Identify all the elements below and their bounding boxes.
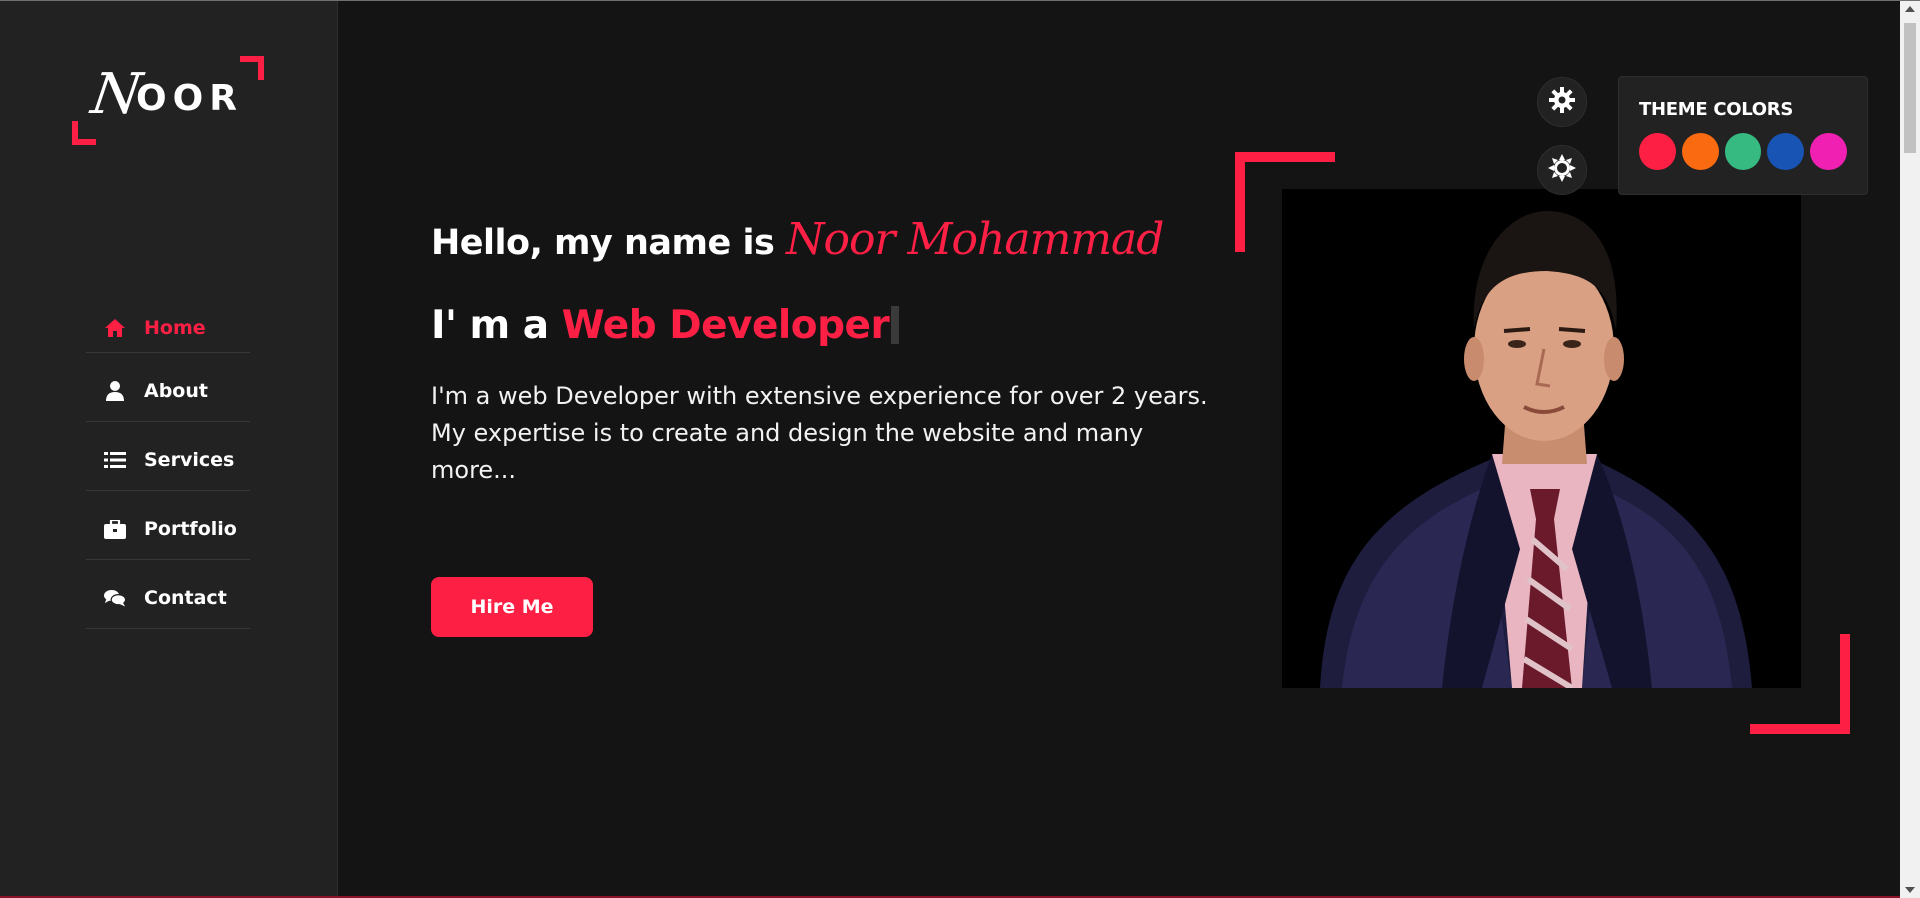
- vertical-scrollbar[interactable]: [1900, 1, 1920, 898]
- color-swatch-pink[interactable]: [1810, 133, 1847, 170]
- nav-label: Portfolio: [144, 518, 237, 540]
- gear-icon: [1549, 87, 1575, 117]
- sun-icon: [1548, 154, 1576, 186]
- intro-description: I'm a web Developer with extensive exper…: [431, 382, 1208, 484]
- color-swatch-red[interactable]: [1639, 133, 1676, 170]
- role-text: Web Developer: [561, 303, 890, 348]
- greeting-text: Hello, my name is: [431, 223, 786, 263]
- color-swatch-orange[interactable]: [1681, 133, 1719, 170]
- nav-label: Home: [144, 316, 206, 339]
- comments-icon: [104, 587, 126, 609]
- nav-item-home[interactable]: Home: [86, 303, 250, 353]
- person-name: Noor Mohammad: [785, 214, 1164, 265]
- role-heading: I' m a Web Developer: [431, 303, 900, 348]
- nav-label: About: [144, 380, 208, 402]
- list-icon: [104, 449, 126, 471]
- briefcase-icon: [104, 518, 126, 540]
- theme-colors-panel: THEME COLORS: [1618, 76, 1868, 195]
- scroll-up-arrow-icon[interactable]: [1905, 6, 1915, 12]
- profile-photo: [1282, 189, 1801, 688]
- scrollbar-thumb[interactable]: [1904, 23, 1916, 153]
- hire-me-button[interactable]: Hire Me: [431, 577, 593, 637]
- color-swatch-blue[interactable]: [1767, 133, 1805, 170]
- theme-swatches: [1639, 133, 1847, 170]
- role-prefix: I' m a: [431, 303, 562, 348]
- nav-item-services[interactable]: Services: [86, 422, 250, 491]
- nav-item-contact[interactable]: Contact: [86, 560, 250, 629]
- logo[interactable]: N OOR: [72, 56, 264, 145]
- nav-label: Services: [144, 449, 235, 471]
- photo-bracket-bottom-right: [1750, 634, 1850, 734]
- logo-corner-top-right: [240, 56, 264, 80]
- sidebar: N OOR Home About Services Portfolio Cont…: [0, 1, 338, 898]
- nav-item-portfolio[interactable]: Portfolio: [86, 491, 250, 560]
- typing-caret: [891, 306, 900, 344]
- nav-label: Contact: [144, 587, 227, 609]
- nav-item-about[interactable]: About: [86, 353, 250, 422]
- user-icon: [104, 380, 126, 402]
- logo-text: OOR: [136, 78, 243, 119]
- day-night-toggle[interactable]: [1537, 145, 1587, 195]
- greeting-heading: Hello, my name is Noor Mohammad: [431, 214, 1164, 265]
- main-nav: Home About Services Portfolio Contact: [86, 303, 250, 629]
- home-icon: [104, 317, 126, 339]
- scroll-down-arrow-icon[interactable]: [1905, 887, 1915, 893]
- color-swatch-green[interactable]: [1724, 133, 1762, 170]
- theme-colors-title: THEME COLORS: [1639, 99, 1793, 120]
- style-switcher-toggle[interactable]: [1537, 77, 1587, 127]
